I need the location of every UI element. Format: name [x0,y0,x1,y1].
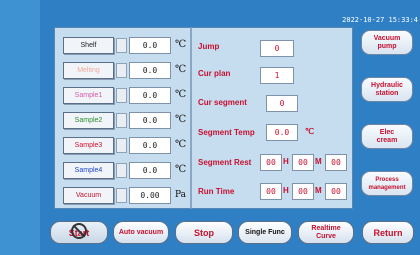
sensor-row-melting: Melting 0.0 ℃ [63,61,189,79]
melting-unit: ℃ [175,64,187,75]
segment-temp-unit: ℃ [305,127,314,136]
sample4-indicator [116,163,127,178]
sample2-indicator [116,113,127,128]
sample4-unit: ℃ [175,164,187,175]
vacuum-pressure-value: 0.00 [129,187,171,204]
sample3-indicator [116,138,127,153]
cur-segment-value: 0 [266,95,298,112]
sample1-indicator [116,88,127,103]
process-management-button[interactable]: Process management [361,171,413,196]
sensor-row-shelf: Shelf 0.0 ℃ [63,36,189,54]
no-entry-icon [71,223,87,239]
sensor-row-sample2: Sample2 0.0 ℃ [63,111,189,129]
run-time-minutes: 00 [292,183,314,200]
auto-vacuum-button[interactable]: Auto vacuum [113,221,169,244]
status-datetime: 2022-10-27 15:33:4 [342,16,418,24]
stop-button[interactable]: Stop [175,221,233,244]
jump-label: Jump [198,42,220,51]
sample1-button[interactable]: Sample1 [63,87,114,104]
bottom-toolbar: Start Auto vacuum Stop Single Func Realt… [40,221,420,245]
run-time-h-unit: H [283,186,289,195]
sample4-temp-value: 0.0 [129,162,171,179]
segment-rest-h-unit: H [283,157,289,166]
shelf-button[interactable]: Shelf [63,37,114,54]
sample3-temp-value: 0.0 [129,137,171,154]
elec-cream-button[interactable]: Elec cream [361,124,413,149]
process-panel: Jump 0 Cur plan 1 Cur segment 0 Segment … [190,27,353,209]
hmi-screen: 2022-10-27 15:33:4 Shelf 0.0 ℃ Melting 0… [0,0,420,255]
run-time-label: Run Time [198,187,235,196]
sample4-button[interactable]: Sample4 [63,162,114,179]
sensor-panel: Shelf 0.0 ℃ Melting 0.0 ℃ Sample1 0.0 ℃ … [54,27,192,209]
sensor-row-sample3: Sample3 0.0 ℃ [63,136,189,154]
return-button[interactable]: Return [362,221,414,244]
sample2-temp-value: 0.0 [129,112,171,129]
segment-temp-value: 0.0 [266,124,298,141]
realtime-curve-button[interactable]: Realtime Curve [298,221,354,244]
segment-rest-hours: 00 [260,154,282,171]
run-time-hours: 00 [260,183,282,200]
start-button[interactable]: Start [50,221,108,244]
sample2-button[interactable]: Sample2 [63,112,114,129]
melting-button[interactable]: Melting [63,62,114,79]
shelf-unit: ℃ [175,39,187,50]
vacuum-unit: Pa [175,190,187,200]
shelf-indicator [116,38,127,53]
segment-rest-label: Segment Rest [198,158,252,167]
hydraulic-station-button[interactable]: Hydraulic station [361,77,413,102]
sample1-temp-value: 0.0 [129,87,171,104]
sensor-row-sample1: Sample1 0.0 ℃ [63,86,189,104]
vacuum-pump-button[interactable]: Vacuum pump [361,30,413,55]
run-time-seconds: 00 [325,183,347,200]
sensor-row-sample4: Sample4 0.0 ℃ [63,161,189,179]
cur-segment-label: Cur segment [198,98,247,107]
sample2-unit: ℃ [175,114,187,125]
segment-rest-minutes: 00 [292,154,314,171]
melting-indicator [116,63,127,78]
shelf-temp-value: 0.0 [129,37,171,54]
run-time-m-unit: M [315,186,322,195]
jump-input[interactable]: 0 [260,40,294,57]
cur-plan-value: 1 [260,67,294,84]
cur-plan-label: Cur plan [198,69,231,78]
sample3-button[interactable]: Sample3 [63,137,114,154]
vacuum-button[interactable]: Vacuum [63,187,114,204]
segment-rest-seconds: 00 [325,154,347,171]
segment-temp-label: Segment Temp [198,128,255,137]
sample3-unit: ℃ [175,139,187,150]
melting-temp-value: 0.0 [129,62,171,79]
vacuum-indicator [116,188,127,203]
sensor-row-vacuum: Vacuum 0.00 Pa [63,186,189,204]
single-func-button[interactable]: Single Func [238,221,292,244]
segment-rest-m-unit: M [315,157,322,166]
sample1-unit: ℃ [175,89,187,100]
